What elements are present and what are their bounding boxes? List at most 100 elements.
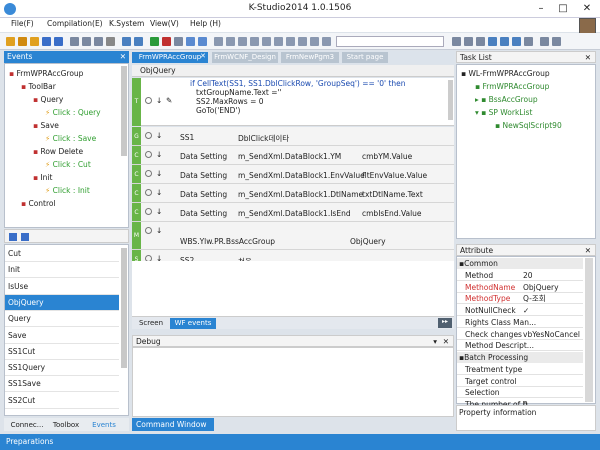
attribute-row[interactable]: Treatment type	[457, 364, 583, 375]
attribute-row[interactable]: Rights Class Man...	[457, 317, 583, 328]
tab-start-page[interactable]: Start page	[342, 52, 388, 63]
event-list-item[interactable]: SS1Cut	[5, 344, 119, 360]
arrow-down-icon[interactable]: ↓	[156, 96, 162, 105]
settings-icon[interactable]	[524, 37, 533, 46]
tab-wf-events[interactable]: WF events	[170, 318, 216, 329]
panel-close-icon[interactable]: ✕	[120, 51, 126, 63]
flow-row[interactable]: C ↓ Data Setting m_SendXml.DataBlock1.IsEnd…	[132, 203, 454, 222]
menu-view[interactable]: View(V)	[150, 19, 179, 28]
tree-scrollbar[interactable]	[121, 66, 127, 156]
undo-icon[interactable]	[122, 37, 131, 46]
debug-close-icon[interactable]: ✕	[443, 336, 449, 347]
list-scrollbar[interactable]	[121, 248, 127, 368]
event-list-item[interactable]: Cut	[5, 246, 119, 262]
attribute-row[interactable]: Method Descript...	[457, 340, 583, 352]
attribute-row[interactable]: Target control	[457, 376, 583, 387]
pin-icon[interactable]: ▾	[433, 336, 437, 347]
task-item-sql[interactable]: ▪ NewSqlScript90	[495, 119, 562, 132]
new-file-icon[interactable]	[6, 37, 15, 46]
comment-icon[interactable]	[540, 37, 549, 46]
arrow-down-icon[interactable]: ↓	[156, 207, 162, 216]
attr-group-batch[interactable]: ▪Batch Processing	[457, 352, 583, 363]
open-file-icon[interactable]	[30, 37, 39, 46]
tab-frmnewpgm3[interactable]: FrmNewPgm3	[281, 52, 339, 63]
menu-help[interactable]: Help (H)	[190, 19, 221, 28]
edit-icon[interactable]: ✎	[166, 96, 172, 105]
toggle-icon[interactable]	[145, 170, 152, 177]
tree-icon[interactable]	[310, 37, 319, 46]
tab-frmwpraccgroup[interactable]: FrmWPRAccGroup	[132, 52, 208, 63]
window-icon[interactable]	[274, 37, 283, 46]
task-root[interactable]: ▪ WL-FrmWPRAccGroup	[461, 67, 550, 80]
event-tree-item[interactable]: ⚡ Click : Init	[45, 184, 90, 197]
align-center-icon[interactable]	[464, 37, 473, 46]
flow-icon[interactable]	[512, 37, 521, 46]
task-list-close-icon[interactable]: ✕	[585, 52, 591, 63]
event-tree-item[interactable]: ▪ Control	[21, 197, 56, 210]
toggle-icon[interactable]	[145, 151, 152, 158]
arrow-down-icon[interactable]: ↓	[156, 131, 162, 140]
layout-icon[interactable]	[214, 37, 223, 46]
tab-frmwcnf-design[interactable]: FrmWCNF_Design	[212, 52, 278, 63]
debug-output[interactable]	[132, 347, 454, 417]
minimize-icon[interactable]: –	[532, 2, 550, 16]
redo-icon[interactable]	[134, 37, 143, 46]
flow-row[interactable]: G ↓ SS1 DblClick데이타	[132, 127, 454, 146]
task-item-sp[interactable]: ▾ ▪ SP WorkList	[475, 106, 532, 119]
flow-row[interactable]: M ↓ WBS.Ylw.PR.BssAccGroup ObjQuery	[132, 222, 454, 250]
search-combo[interactable]	[336, 36, 444, 47]
event-tree-item[interactable]: ▪ Init	[33, 171, 52, 184]
cut-icon[interactable]	[70, 37, 79, 46]
close-icon[interactable]: ✕	[578, 2, 596, 16]
paste-icon[interactable]	[94, 37, 103, 46]
copy-icon[interactable]	[82, 37, 91, 46]
arrow-down-icon[interactable]: ↓	[156, 226, 162, 235]
tab-close-icon[interactable]: ✕	[200, 52, 206, 60]
tab-events[interactable]: Events	[86, 420, 122, 431]
attribute-close-icon[interactable]: ✕	[585, 245, 591, 256]
flow-row[interactable]: C ↓ Data Setting m_SendXml.DataBlock1.YM cmb…	[132, 146, 454, 165]
grid-icon[interactable]	[226, 37, 235, 46]
maximize-icon[interactable]: □	[554, 2, 572, 16]
event-list-item[interactable]: Init	[5, 262, 119, 279]
save-icon[interactable]	[42, 37, 51, 46]
event-tree-item[interactable]: ⚡ Click : Save	[45, 132, 96, 145]
attribute-row[interactable]: MethodName ObjQuery	[457, 282, 583, 293]
flow-row[interactable]: C ↓ Data Setting m_SendXml.DataBlock1.DtlNa…	[132, 184, 454, 203]
attribute-row[interactable]: MethodType Q-조회	[457, 293, 583, 305]
align-right-icon[interactable]	[476, 37, 485, 46]
delete-icon[interactable]	[106, 37, 115, 46]
step-icon[interactable]	[174, 37, 183, 46]
open-folder-icon[interactable]	[18, 37, 27, 46]
tab-connection[interactable]: Connec...	[7, 420, 47, 431]
stop-icon[interactable]	[162, 37, 171, 46]
toggle-icon[interactable]	[145, 97, 152, 104]
toggle-icon[interactable]	[145, 132, 152, 139]
toggle-icon[interactable]	[145, 227, 152, 234]
code-scrollbar[interactable]	[448, 80, 453, 120]
event-list-item[interactable]: Save	[5, 328, 119, 344]
task-item-form[interactable]: ▪ FrmWPRAccGroup	[475, 80, 549, 93]
event-list-item[interactable]: SS1Query	[5, 360, 119, 377]
expand-icon[interactable]: ▸▸	[438, 318, 452, 328]
debug-icon[interactable]	[186, 37, 195, 46]
attribute-row[interactable]: Method 20	[457, 270, 583, 281]
arrow-down-icon[interactable]: ↓	[156, 169, 162, 178]
event-tree-item[interactable]: ⚡ Click : Query	[45, 106, 101, 119]
attribute-row[interactable]: Check changes vbYesNoCancel	[457, 329, 583, 340]
table-icon[interactable]	[238, 37, 247, 46]
toggle-icon[interactable]	[145, 208, 152, 215]
attr-group-common[interactable]: ▪Common	[457, 258, 583, 269]
task-item-bss[interactable]: ▸ ▪ BssAccGroup	[475, 93, 538, 106]
event-tree-item[interactable]: ⚡ Click : Cut	[45, 158, 91, 171]
attribute-row[interactable]: Selection	[457, 387, 583, 399]
connect-icon[interactable]	[488, 37, 497, 46]
link-icon[interactable]	[500, 37, 509, 46]
add-event-icon[interactable]	[9, 233, 17, 241]
flow-row[interactable]: C ↓ Data Setting m_SendXml.DataBlock1.EnvVa…	[132, 165, 454, 184]
breakpoint-icon[interactable]	[198, 37, 207, 46]
event-tree-item[interactable]: ▪ ToolBar	[21, 80, 56, 93]
tab-command-window[interactable]: Command Window	[132, 418, 214, 431]
menu-file[interactable]: File(F)	[11, 19, 34, 28]
event-list-item[interactable]: SS1Save	[5, 376, 119, 393]
